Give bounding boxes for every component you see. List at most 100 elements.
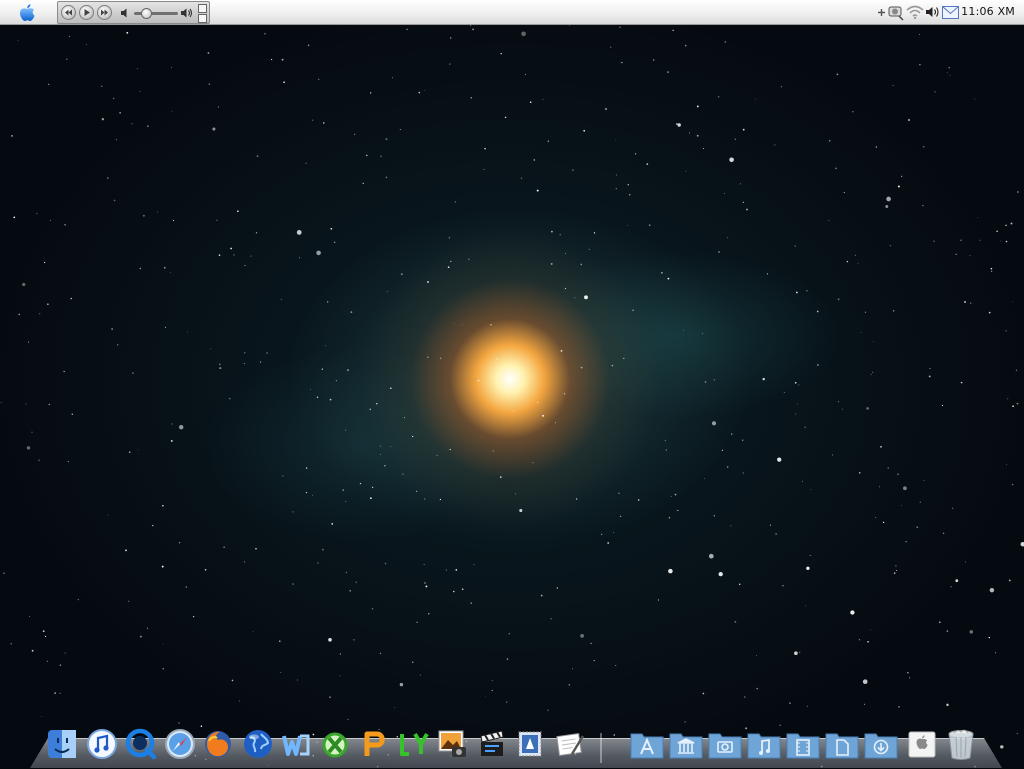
pictures-folder-icon[interactable] — [708, 727, 742, 761]
star — [989, 587, 995, 593]
star — [128, 451, 131, 454]
star — [453, 323, 455, 324]
network-icon[interactable] — [887, 4, 905, 21]
star — [584, 295, 588, 300]
volume-icon[interactable] — [925, 5, 940, 19]
star — [296, 230, 302, 235]
star — [283, 81, 285, 84]
star — [804, 426, 806, 428]
star — [473, 564, 475, 566]
star — [610, 46, 612, 48]
play-icon[interactable] — [79, 5, 94, 20]
star — [721, 449, 724, 451]
star — [250, 255, 252, 257]
star — [131, 123, 133, 125]
documents-folder-icon[interactable] — [825, 727, 859, 761]
word-icon[interactable] — [279, 727, 313, 761]
star — [170, 66, 172, 68]
star — [905, 541, 907, 543]
star — [854, 254, 856, 256]
star — [298, 257, 300, 259]
star — [901, 504, 902, 506]
star — [794, 245, 796, 247]
star — [185, 586, 187, 588]
powerpoint-icon[interactable] — [357, 727, 391, 761]
star — [880, 445, 882, 448]
star — [280, 672, 282, 674]
star — [875, 146, 877, 148]
add-icon[interactable] — [877, 8, 886, 17]
itunes-icon[interactable] — [85, 727, 119, 761]
firefox-icon[interactable] — [201, 727, 235, 761]
mail-stamp-icon[interactable] — [513, 727, 547, 761]
star — [873, 341, 874, 342]
star — [950, 586, 952, 588]
menubar-clock[interactable]: 11:06 XM — [961, 5, 1015, 18]
star — [506, 701, 508, 703]
downloads-folder-icon[interactable] — [864, 727, 898, 761]
library-folder-icon[interactable] — [669, 727, 703, 761]
star — [217, 106, 220, 108]
star — [870, 373, 872, 375]
star — [178, 542, 181, 544]
star — [170, 439, 173, 442]
star — [208, 83, 211, 85]
apple-menu-icon[interactable] — [17, 3, 37, 23]
star — [704, 478, 706, 479]
star — [632, 309, 634, 312]
movies-folder-icon[interactable] — [786, 727, 820, 761]
star — [333, 241, 336, 244]
star — [328, 637, 332, 642]
star — [646, 163, 649, 165]
star — [964, 301, 966, 303]
star — [219, 363, 221, 365]
star — [101, 117, 105, 121]
star — [173, 220, 175, 222]
star — [520, 177, 523, 179]
star — [101, 85, 103, 88]
safari-icon[interactable] — [163, 727, 197, 761]
volume-slider-knob[interactable] — [141, 8, 152, 19]
excel-icon[interactable] — [318, 727, 352, 761]
star — [532, 461, 534, 464]
previous-icon[interactable] — [61, 5, 76, 20]
star — [568, 684, 571, 686]
star — [1012, 301, 1014, 303]
iphoto-icon[interactable] — [435, 727, 469, 761]
imovie-icon[interactable] — [474, 727, 508, 761]
applications-folder-icon[interactable] — [630, 727, 664, 761]
star — [312, 119, 314, 121]
wifi-icon[interactable] — [906, 5, 924, 20]
media-controls — [57, 1, 210, 24]
textedit-icon[interactable] — [553, 727, 587, 761]
star — [572, 668, 573, 670]
star — [870, 629, 872, 630]
star — [572, 169, 574, 171]
star — [416, 621, 418, 623]
star — [708, 553, 714, 559]
star — [366, 154, 368, 157]
star — [10, 642, 13, 645]
star — [147, 627, 149, 629]
mail-icon[interactable] — [942, 6, 959, 19]
finder-icon[interactable] — [45, 727, 79, 761]
star — [237, 210, 239, 212]
star — [163, 266, 166, 269]
star — [453, 590, 455, 593]
star — [426, 356, 429, 359]
trash-icon[interactable] — [944, 727, 978, 761]
star — [425, 585, 428, 588]
star — [230, 247, 232, 250]
music-folder-icon[interactable] — [747, 727, 781, 761]
quicktime-icon[interactable] — [124, 727, 158, 761]
star — [550, 262, 553, 265]
next-icon[interactable] — [97, 5, 112, 20]
expand-player-icon[interactable] — [198, 4, 207, 13]
outlook-icon[interactable] — [396, 727, 430, 761]
menu-down-icon[interactable] — [198, 14, 207, 23]
star — [322, 548, 324, 551]
star — [416, 490, 418, 492]
apple-box-icon[interactable] — [905, 727, 939, 761]
star — [399, 682, 404, 687]
globe-icon[interactable] — [241, 727, 275, 761]
